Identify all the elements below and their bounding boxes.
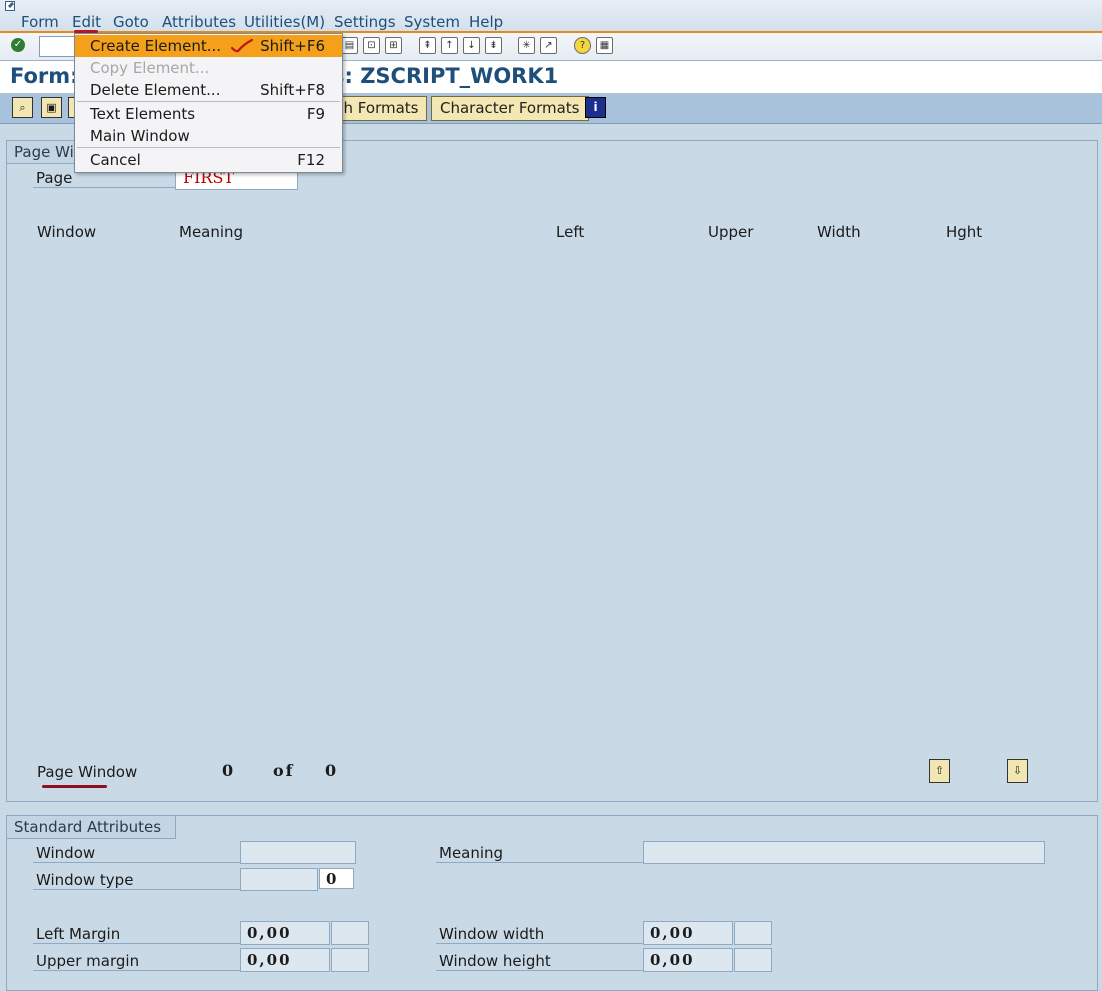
standard-attributes-tab: Standard Attributes bbox=[7, 816, 177, 839]
menu-item-main-window[interactable]: Main Window bbox=[75, 125, 342, 147]
edit-menu-dropdown: Create Element... Shift+F6 Copy Element.… bbox=[74, 33, 343, 173]
menubar: Form Edit Goto Attributes Utilities(M) S… bbox=[0, 0, 1102, 33]
meaning-label: Meaning bbox=[436, 844, 643, 863]
shortcut-icon[interactable]: ↗ bbox=[540, 37, 557, 54]
menu-edit[interactable]: Edit bbox=[72, 13, 101, 31]
previous-page-icon[interactable]: ↑ bbox=[441, 37, 458, 54]
meaning-field[interactable] bbox=[643, 841, 1045, 864]
menu-settings[interactable]: Settings bbox=[334, 13, 396, 31]
window-width-label: Window width bbox=[436, 925, 643, 944]
window-height-label: Window height bbox=[436, 952, 643, 971]
menu-item-create-element[interactable]: Create Element... Shift+F6 bbox=[75, 35, 342, 57]
window-height-unit-field[interactable] bbox=[734, 948, 772, 972]
menu-item-label: Copy Element... bbox=[90, 59, 210, 77]
print-icon[interactable]: ▤ bbox=[341, 37, 358, 54]
window-type-field[interactable] bbox=[240, 868, 318, 891]
display-icon[interactable]: ⌕ bbox=[12, 97, 33, 118]
page-title: s: ZSCRIPT_WORK1 bbox=[332, 64, 559, 88]
window-type-code: 0 bbox=[319, 868, 354, 889]
left-margin-field[interactable]: 0,00 bbox=[240, 921, 330, 945]
create-session-icon[interactable]: ✳ bbox=[518, 37, 535, 54]
character-formats-button[interactable]: Character Formats bbox=[431, 96, 589, 121]
column-meaning: Meaning bbox=[179, 223, 244, 241]
column-left: Left bbox=[556, 223, 585, 241]
menu-item-cancel[interactable]: Cancel F12 bbox=[75, 149, 342, 171]
find-next-icon[interactable]: ⊞ bbox=[385, 37, 402, 54]
menu-form[interactable]: Form bbox=[21, 13, 59, 31]
scroll-up-icon[interactable]: ⇧ bbox=[929, 759, 950, 783]
document-icon[interactable]: ▣ bbox=[41, 97, 62, 118]
upper-margin-field[interactable]: 0,00 bbox=[240, 948, 330, 972]
menu-item-shortcut: F12 bbox=[297, 151, 325, 169]
last-page-icon[interactable]: ⇟ bbox=[485, 37, 502, 54]
column-width: Width bbox=[817, 223, 861, 241]
menu-goto[interactable]: Goto bbox=[113, 13, 149, 31]
scroll-down-icon[interactable]: ⇩ bbox=[1007, 759, 1028, 783]
column-height: Hght bbox=[946, 223, 983, 241]
page-title-prefix: Form: bbox=[10, 64, 79, 88]
menu-help[interactable]: Help bbox=[469, 13, 503, 31]
menu-item-label: Create Element... bbox=[90, 37, 222, 55]
window-label: Window bbox=[33, 844, 240, 863]
menu-separator bbox=[77, 147, 340, 148]
upper-margin-unit-field[interactable] bbox=[331, 948, 369, 972]
menu-item-delete-element[interactable]: Delete Element... Shift+F8 bbox=[75, 79, 342, 101]
info-icon[interactable]: i bbox=[585, 97, 606, 118]
window-width-unit-field[interactable] bbox=[734, 921, 772, 945]
window-field[interactable] bbox=[240, 841, 356, 864]
column-upper: Upper bbox=[708, 223, 754, 241]
first-page-icon[interactable]: ⇞ bbox=[419, 37, 436, 54]
enter-icon[interactable]: ✓ bbox=[11, 38, 25, 52]
layout-menu-icon[interactable]: ▦ bbox=[596, 37, 613, 54]
menu-item-shortcut: F9 bbox=[306, 105, 325, 123]
command-field[interactable] bbox=[39, 36, 75, 57]
menu-item-shortcut: Shift+F6 bbox=[260, 37, 325, 55]
menu-utilities[interactable]: Utilities(M) bbox=[244, 13, 325, 31]
annotation-underline bbox=[42, 785, 107, 788]
menu-item-label: Cancel bbox=[90, 151, 141, 169]
menu-item-shortcut: Shift+F8 bbox=[260, 81, 325, 99]
page-window-current: 0 bbox=[222, 761, 234, 780]
left-margin-label: Left Margin bbox=[33, 925, 240, 944]
page-windows-group: Page Wi bbox=[6, 140, 1098, 802]
upper-margin-label: Upper margin bbox=[33, 952, 240, 971]
menu-item-copy-element[interactable]: Copy Element... bbox=[75, 57, 342, 79]
page-window-of: of bbox=[273, 761, 295, 780]
window-type-label: Window type bbox=[33, 871, 240, 890]
page-window-label: Page Window bbox=[37, 763, 138, 781]
window-width-field[interactable]: 0,00 bbox=[643, 921, 733, 945]
menu-item-label: Delete Element... bbox=[90, 81, 221, 99]
menu-attributes[interactable]: Attributes bbox=[162, 13, 236, 31]
menu-item-label: Text Elements bbox=[90, 105, 196, 123]
page-window-total: 0 bbox=[325, 761, 337, 780]
left-margin-unit-field[interactable] bbox=[331, 921, 369, 945]
find-icon[interactable]: ⊡ bbox=[363, 37, 380, 54]
next-page-icon[interactable]: ↓ bbox=[463, 37, 480, 54]
checkmark-annotation-icon bbox=[230, 38, 254, 53]
column-window: Window bbox=[37, 223, 97, 241]
menu-item-label: Main Window bbox=[90, 127, 190, 145]
menu-system[interactable]: System bbox=[404, 13, 460, 31]
menu-separator bbox=[77, 101, 340, 102]
menu-item-text-elements[interactable]: Text Elements F9 bbox=[75, 103, 342, 125]
page-windows-tab: Page Wi bbox=[7, 141, 82, 164]
window-height-field[interactable]: 0,00 bbox=[643, 948, 733, 972]
system-menu-icon[interactable] bbox=[5, 1, 17, 12]
help-icon[interactable]: ? bbox=[574, 37, 591, 54]
